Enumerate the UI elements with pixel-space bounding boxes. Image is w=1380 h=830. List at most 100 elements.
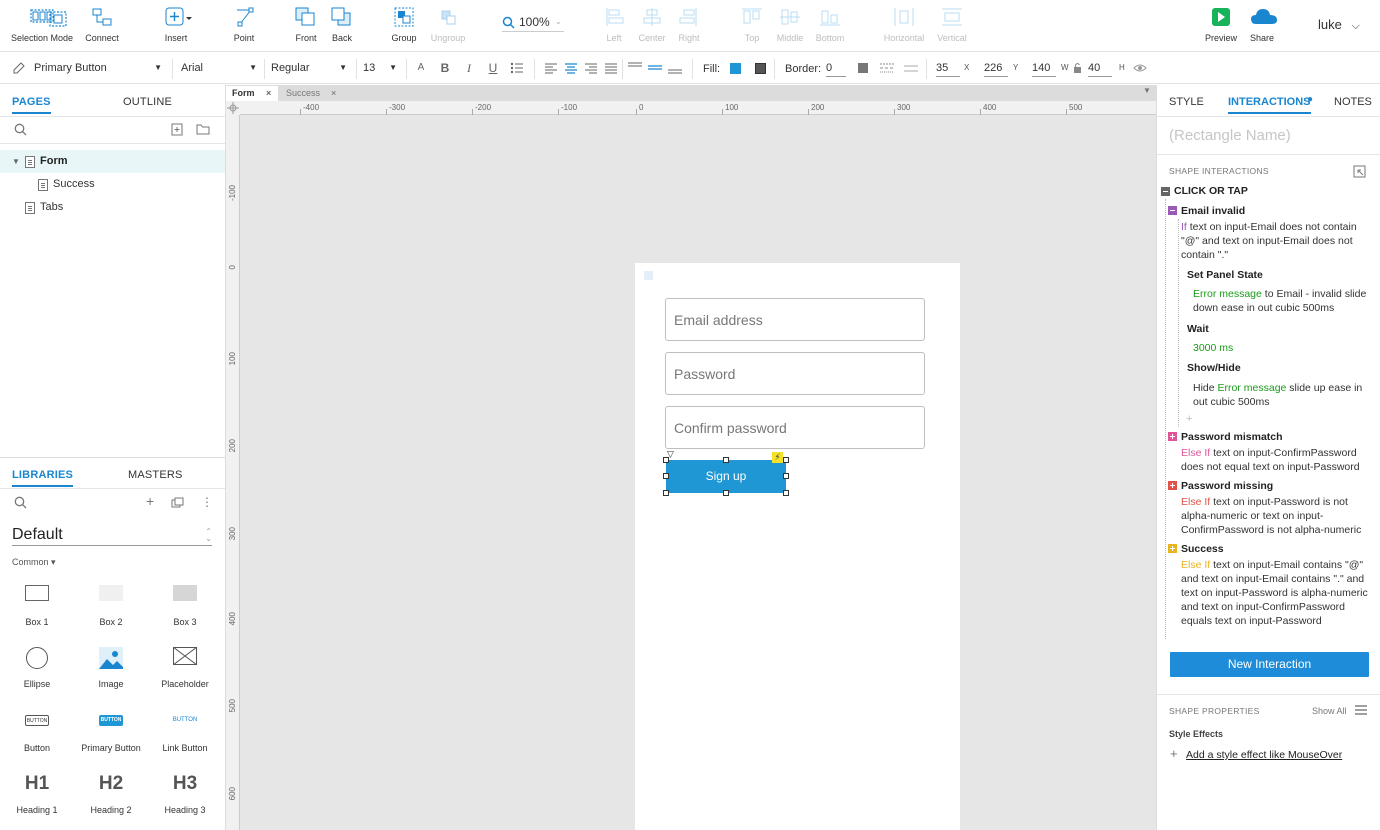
align-bottom-button[interactable]: Bottom (812, 6, 848, 43)
user-menu[interactable]: luke ⌵ (1318, 17, 1360, 33)
close-icon[interactable]: × (331, 86, 336, 101)
valign-bottom-icon[interactable] (668, 61, 682, 75)
expand-panel-icon[interactable] (1353, 165, 1366, 181)
border-style-icon[interactable] (880, 62, 894, 77)
italic-icon[interactable]: I (462, 61, 476, 75)
widget-heading-2[interactable]: H2 Heading 2 (76, 773, 146, 815)
library-copy-icon[interactable] (171, 497, 184, 511)
width-input[interactable]: 140 (1032, 61, 1056, 77)
new-interaction-button[interactable]: New Interaction (1170, 652, 1369, 677)
font-color-icon[interactable]: A (414, 61, 428, 75)
widget-box-1[interactable]: Box 1 (2, 585, 72, 627)
group-button[interactable]: Group (388, 6, 420, 43)
text-align-center-icon[interactable] (564, 61, 578, 75)
add-folder-icon[interactable] (196, 123, 210, 138)
action-set-panel-state[interactable]: Set Panel State (1187, 268, 1263, 282)
action-wait[interactable]: Wait (1187, 322, 1209, 336)
shadow-swatch[interactable] (755, 63, 766, 74)
tab-style[interactable]: STYLE (1169, 96, 1204, 108)
library-select[interactable]: Default ⌃ ⌄ (12, 526, 212, 546)
widget-box-3[interactable]: Box 3 (150, 585, 220, 627)
shape-name-input[interactable]: (Rectangle Name) (1169, 127, 1291, 144)
align-top-button[interactable]: Top (738, 6, 766, 43)
resize-handle[interactable] (723, 490, 729, 496)
x-input[interactable]: 35 (936, 61, 960, 77)
case-password-mismatch[interactable]: Password mismatch (1181, 430, 1283, 444)
widget-link-button[interactable]: BUTTON Link Button (150, 711, 220, 753)
password-field[interactable]: Password (665, 352, 925, 395)
intersect-mode-icon[interactable] (48, 10, 68, 31)
point-button[interactable]: Point (228, 6, 260, 43)
distribute-vertical-button[interactable]: Vertical (934, 6, 970, 43)
case-email-invalid[interactable]: Email invalid (1181, 204, 1245, 218)
widget-heading-1[interactable]: H1 Heading 1 (2, 773, 72, 815)
arrow-style-icon[interactable] (904, 62, 918, 77)
action-show-hide[interactable]: Show/Hide (1187, 361, 1241, 375)
tab-notes[interactable]: NOTES (1334, 96, 1372, 108)
font-weight-select[interactable]: Regular ▼ (271, 59, 351, 79)
underline-icon[interactable]: U (486, 61, 500, 75)
tab-interactions[interactable]: INTERACTIONS (1228, 96, 1311, 114)
widget-primary-button[interactable]: BUTTON Primary Button (76, 711, 146, 753)
page-item-tabs[interactable]: Tabs (0, 196, 225, 219)
send-back-button[interactable]: Back (326, 6, 358, 43)
collapse-event-icon[interactable] (1161, 187, 1170, 196)
resize-handle[interactable] (663, 473, 669, 479)
add-page-icon[interactable] (171, 123, 183, 139)
preview-button[interactable]: Preview (1202, 6, 1240, 43)
share-button[interactable]: Share (1244, 6, 1280, 43)
font-select[interactable]: Arial ▼ (181, 59, 261, 79)
fill-color-swatch[interactable] (730, 63, 741, 74)
insert-button[interactable]: Insert (158, 6, 194, 43)
ungroup-button[interactable]: Ungroup (428, 6, 468, 43)
add-icon[interactable]: + (1170, 746, 1178, 761)
menu-icon[interactable] (1355, 705, 1367, 718)
resize-handle[interactable] (783, 490, 789, 496)
widget-ellipse[interactable]: Ellipse (2, 647, 72, 689)
case-collapse-icon[interactable] (1168, 206, 1177, 215)
visibility-eye-icon[interactable] (1133, 62, 1147, 77)
height-input[interactable]: 40 (1088, 61, 1112, 77)
connect-button[interactable]: Connect (82, 6, 122, 43)
valign-top-icon[interactable] (628, 61, 642, 75)
bold-icon[interactable]: B (438, 61, 452, 75)
library-group-toggle[interactable]: Common ▾ (12, 557, 56, 568)
widget-placeholder[interactable]: Placeholder (150, 647, 220, 689)
lock-icon[interactable] (1073, 62, 1082, 77)
zoom-select[interactable]: 100% ⌄ (502, 14, 564, 32)
bring-front-button[interactable]: Front (290, 6, 322, 43)
align-left-button[interactable]: Left (600, 6, 628, 43)
widget-button[interactable]: BUTTON Button (2, 711, 72, 753)
align-right-button[interactable]: Right (674, 6, 704, 43)
font-size-select[interactable]: 13 ▼ (363, 59, 401, 79)
tab-outline[interactable]: OUTLINE (123, 96, 172, 108)
case-expand-icon[interactable] (1168, 481, 1177, 490)
text-justify-icon[interactable] (604, 61, 618, 75)
page-item-success[interactable]: Success (0, 173, 225, 196)
page-item-form[interactable]: ▼ Form (0, 150, 225, 173)
tab-libraries[interactable]: LIBRARIES (12, 469, 74, 487)
border-width-input[interactable]: 0 (826, 61, 846, 77)
style-select[interactable]: Primary Button ▼ (34, 59, 166, 79)
doc-tab-success[interactable]: Success × (280, 86, 342, 101)
valign-middle-icon[interactable] (648, 61, 662, 75)
doc-tab-form[interactable]: Form × (226, 86, 278, 101)
search-icon[interactable] (14, 123, 27, 139)
resize-handle[interactable] (663, 490, 669, 496)
add-library-icon[interactable]: + (146, 493, 154, 509)
canvas-area[interactable]: Form × Success × ▼ -400 -300 -200 -100 0… (226, 85, 1156, 830)
tab-pages[interactable]: PAGES (12, 96, 51, 114)
add-style-effect-link[interactable]: Add a style effect like MouseOver (1186, 749, 1342, 761)
more-vertical-icon[interactable]: ⋮ (201, 495, 213, 509)
align-center-button[interactable]: Center (636, 6, 668, 43)
show-all-link[interactable]: Show All (1312, 706, 1347, 716)
text-align-right-icon[interactable] (584, 61, 598, 75)
widget-box-2[interactable]: Box 2 (76, 585, 146, 627)
widget-image[interactable]: Image (76, 647, 146, 689)
align-middle-button[interactable]: Middle (774, 6, 806, 43)
add-action-icon[interactable]: + (1186, 413, 1192, 425)
artboard[interactable]: Email address Password Confirm password … (635, 263, 960, 830)
distribute-horizontal-button[interactable]: Horizontal (882, 6, 926, 43)
border-color-swatch[interactable] (858, 63, 868, 73)
resize-handle[interactable] (663, 457, 669, 463)
